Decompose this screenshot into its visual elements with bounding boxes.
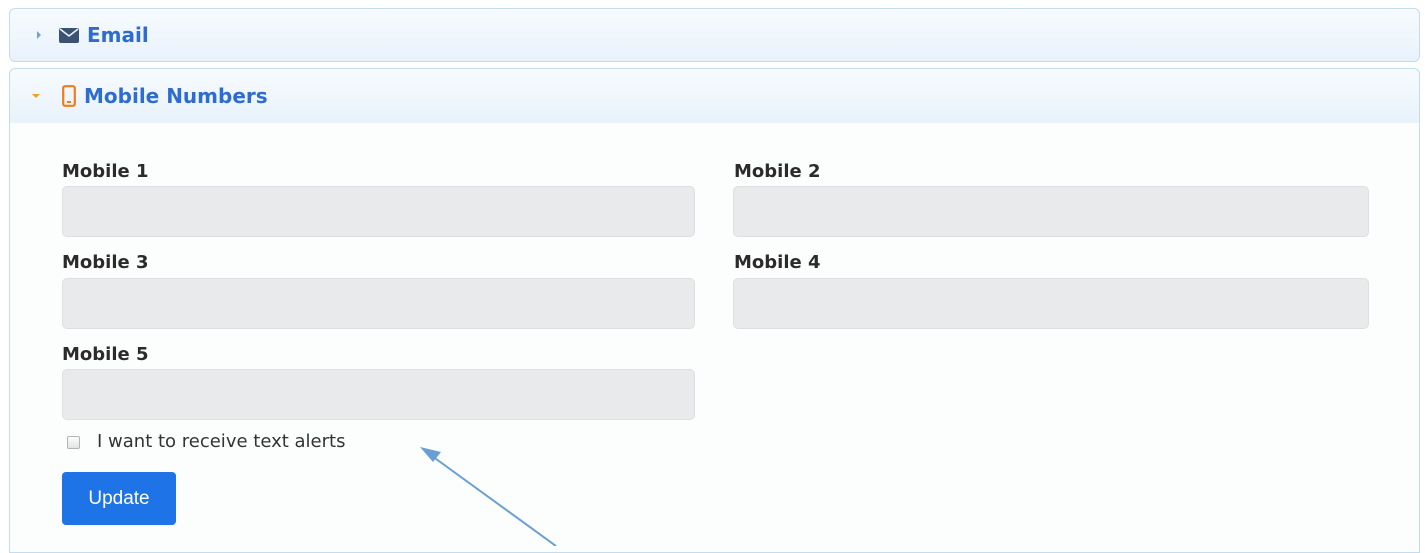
mobile-phone-icon [62,85,76,107]
mobile-3-input[interactable] [62,278,695,329]
email-section-header[interactable]: Email [9,8,1420,62]
mobile-5-input[interactable] [62,369,695,420]
mobile-3-label: Mobile 3 [62,252,149,273]
mobile-numbers-section-header[interactable]: Mobile Numbers [9,68,1420,124]
mobile-4-label: Mobile 4 [734,252,821,273]
text-alerts-label[interactable]: I want to receive text alerts [97,431,345,452]
email-section-title: Email [87,23,149,47]
expanded-arrow-icon [32,94,40,98]
mobile-4-input[interactable] [733,278,1369,329]
update-button[interactable]: Update [62,472,176,525]
mobile-1-label: Mobile 1 [62,161,149,182]
mobile-numbers-panel: Mobile 1 Mobile 2 Mobile 3 Mobile 4 Mobi… [9,123,1420,553]
mobile-1-input[interactable] [62,186,695,237]
mobile-numbers-section-title: Mobile Numbers [84,84,268,108]
mobile-5-label: Mobile 5 [62,344,149,365]
collapsed-arrow-icon [37,31,41,39]
text-alerts-checkbox[interactable] [67,436,80,449]
mobile-2-label: Mobile 2 [734,161,821,182]
envelope-icon [59,27,79,43]
mobile-2-input[interactable] [733,186,1369,237]
